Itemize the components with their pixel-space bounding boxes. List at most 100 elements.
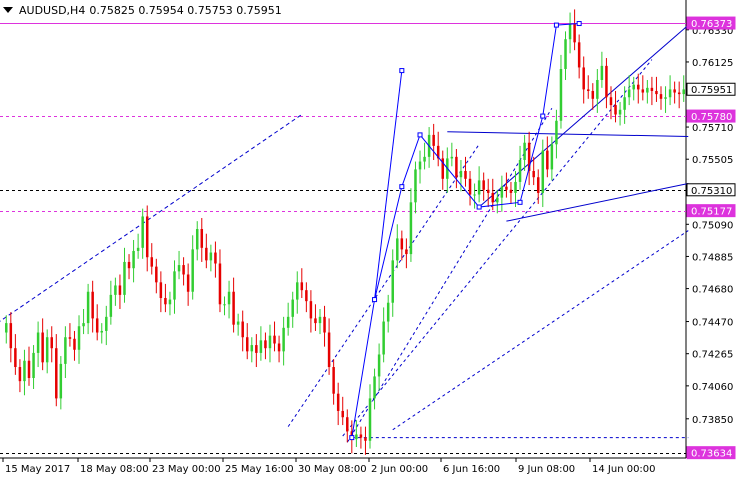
price-label: 0.75780 bbox=[691, 112, 732, 123]
candle-body bbox=[518, 159, 522, 182]
candle-body bbox=[200, 229, 204, 248]
price-tick-label: 0.74060 bbox=[692, 382, 733, 393]
price-tick-label: 0.75710 bbox=[692, 123, 733, 134]
candle-body bbox=[668, 89, 672, 98]
candle-body bbox=[386, 302, 390, 322]
candle-body bbox=[432, 134, 435, 146]
candle-body bbox=[473, 194, 476, 196]
candle-body bbox=[77, 326, 81, 350]
candle-body bbox=[32, 352, 35, 379]
candle-body bbox=[227, 291, 231, 305]
candle-body bbox=[586, 89, 590, 91]
time-tick-label: 15 May 2017 bbox=[5, 464, 70, 475]
pattern-point-marker bbox=[372, 297, 378, 303]
candle-body bbox=[223, 304, 226, 306]
candle-body bbox=[673, 89, 676, 93]
candle-body bbox=[136, 247, 140, 251]
candle-body bbox=[682, 89, 685, 95]
candle-body bbox=[514, 181, 517, 193]
candle-body bbox=[50, 337, 53, 349]
candle-body bbox=[655, 90, 658, 95]
candle-body bbox=[414, 169, 417, 203]
price-label: 0.75310 bbox=[691, 186, 732, 197]
collapse-triangle-icon[interactable] bbox=[3, 7, 13, 13]
channel-line bbox=[447, 131, 689, 137]
price-tick-label: 0.73850 bbox=[692, 415, 733, 426]
price-label: 0.73634 bbox=[691, 449, 732, 460]
candle-body bbox=[45, 337, 49, 363]
candle-body bbox=[600, 65, 604, 80]
candle-body bbox=[150, 257, 154, 267]
candle-body bbox=[214, 252, 217, 264]
candle-body bbox=[168, 299, 172, 305]
candle-body bbox=[614, 105, 617, 115]
candle-body bbox=[618, 109, 622, 115]
candle-body bbox=[373, 376, 376, 399]
pattern-point-marker bbox=[517, 199, 523, 205]
candle-body bbox=[559, 69, 563, 121]
candle-body bbox=[195, 229, 199, 250]
candle-body bbox=[64, 337, 67, 364]
time-tick-label: 14 Jun 00:00 bbox=[592, 464, 656, 475]
candle-body bbox=[450, 156, 454, 159]
candle-body bbox=[191, 249, 194, 292]
candle-body bbox=[141, 216, 144, 248]
channel-line bbox=[346, 107, 553, 443]
candle-body bbox=[627, 89, 631, 98]
candle-body bbox=[568, 23, 572, 40]
candle-body bbox=[186, 274, 190, 292]
candle-body bbox=[641, 89, 645, 93]
pattern-point-marker bbox=[399, 184, 405, 190]
candle-body bbox=[68, 337, 72, 339]
time-tick-label: 2 Jun 00:00 bbox=[371, 464, 428, 475]
candle-body bbox=[250, 345, 254, 352]
candle-body bbox=[118, 285, 122, 295]
price-label: 0.76373 bbox=[691, 19, 732, 30]
price-tick-label: 0.74680 bbox=[692, 285, 733, 296]
candle-body bbox=[400, 238, 404, 250]
channel-line bbox=[506, 183, 689, 222]
candle-body bbox=[323, 316, 326, 333]
candle-body bbox=[236, 321, 240, 325]
candle-body bbox=[300, 282, 304, 291]
pattern-point-marker bbox=[476, 204, 482, 210]
candle-body bbox=[105, 316, 108, 331]
candle-body bbox=[582, 67, 585, 90]
candle-body bbox=[95, 318, 99, 333]
candle-body bbox=[632, 84, 635, 90]
candle-body bbox=[677, 92, 681, 95]
candle-body bbox=[109, 294, 113, 317]
candle-body bbox=[14, 348, 17, 368]
ohlc-readout: 0.75825 0.75954 0.75753 0.75951 bbox=[89, 3, 282, 17]
candle-body bbox=[268, 335, 272, 349]
candle-body bbox=[377, 354, 381, 377]
candle-body bbox=[482, 180, 485, 190]
pattern-point-marker bbox=[417, 132, 423, 138]
candle-body bbox=[318, 316, 322, 324]
candle-body bbox=[23, 360, 26, 382]
price-tick-label: 0.74265 bbox=[692, 350, 733, 361]
pattern-point-marker bbox=[399, 68, 405, 74]
candle-body bbox=[282, 327, 285, 352]
pattern-line bbox=[351, 23, 580, 438]
candle-body bbox=[605, 65, 608, 98]
symbol-label: AUDUSD,H4 bbox=[19, 3, 86, 17]
candle-body bbox=[541, 150, 545, 193]
candle-body bbox=[659, 94, 663, 99]
candle-body bbox=[41, 332, 44, 363]
time-tick-label: 25 May 16:00 bbox=[225, 464, 294, 475]
candle-body bbox=[232, 291, 235, 325]
candle-body bbox=[273, 335, 276, 344]
candle-body bbox=[259, 340, 263, 353]
candle-body bbox=[496, 197, 499, 203]
candle-body bbox=[523, 142, 526, 160]
candle-body bbox=[532, 170, 535, 178]
candle-body bbox=[27, 360, 31, 379]
candle-body bbox=[327, 332, 331, 368]
chart-area[interactable]: 0.76330 0.76125 0.75710 0.75505 0.75090 0.748… bbox=[0, 0, 736, 480]
candle-body bbox=[500, 186, 504, 198]
candle-body bbox=[173, 271, 176, 300]
price-chart[interactable]: 0.763300.761250.757100.755050.750900.748… bbox=[0, 0, 736, 480]
channel-line bbox=[287, 144, 480, 427]
candle-body bbox=[241, 321, 244, 338]
